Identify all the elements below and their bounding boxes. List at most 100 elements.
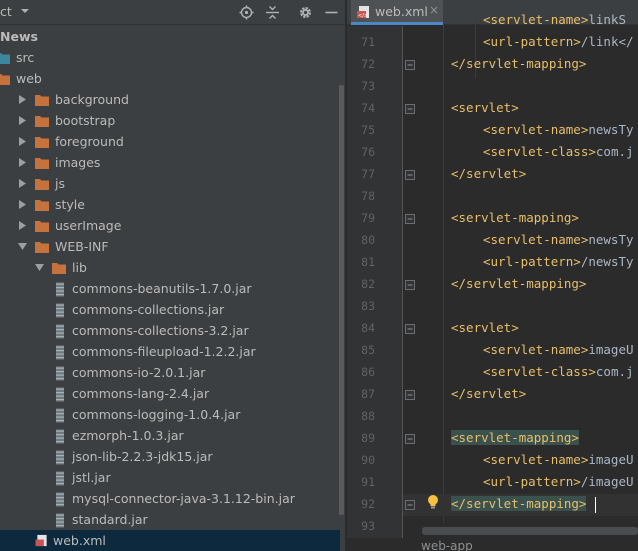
crosshair-icon[interactable] bbox=[239, 5, 254, 20]
tree-item[interactable]: images bbox=[0, 152, 340, 173]
tree-item-label: commons-beanutils-1.7.0.jar bbox=[72, 281, 252, 296]
fold-marker-icon[interactable] bbox=[405, 500, 415, 510]
collapsed-arrow-icon[interactable] bbox=[18, 179, 27, 188]
tree-item[interactable]: userImage bbox=[0, 215, 340, 236]
tree-item[interactable]: commons-collections.jar bbox=[0, 299, 340, 320]
tree-item[interactable]: News bbox=[0, 26, 340, 47]
collapsed-arrow-icon[interactable] bbox=[18, 116, 27, 125]
fold-marker-icon[interactable] bbox=[405, 434, 415, 444]
tree-item[interactable]: WEB-INF bbox=[0, 236, 340, 257]
breadcrumb-item[interactable]: web-app bbox=[421, 539, 473, 551]
tree-item-label: WEB-INF bbox=[55, 239, 109, 254]
code-line: <servlet> bbox=[451, 100, 519, 115]
indent-guide bbox=[443, 18, 444, 523]
tree-item[interactable]: web bbox=[0, 68, 340, 89]
expanded-arrow-icon[interactable] bbox=[18, 242, 27, 251]
fold-marker-icon[interactable] bbox=[405, 280, 415, 290]
xml-text: com.j bbox=[595, 144, 634, 159]
xml-text: imageU bbox=[588, 342, 634, 357]
folder-icon bbox=[35, 221, 49, 232]
xml-text: /newsTy bbox=[580, 254, 634, 269]
tree-item[interactable]: jstl.jar bbox=[0, 467, 340, 488]
close-icon[interactable]: × bbox=[429, 3, 439, 17]
tree-item[interactable]: commons-logging-1.0.4.jar bbox=[0, 404, 340, 425]
tree-item[interactable]: js bbox=[0, 173, 340, 194]
tree-item[interactable]: commons-collections-3.2.jar bbox=[0, 320, 340, 341]
tree-item[interactable]: ezmorph-1.0.3.jar bbox=[0, 425, 340, 446]
line-number: 82 bbox=[361, 277, 375, 291]
code-line: <url-pattern>/imageU bbox=[483, 474, 634, 489]
code-line: </servlet> bbox=[451, 386, 526, 401]
tree-item-label: mysql-connector-java-3.1.12-bin.jar bbox=[72, 491, 295, 506]
line-number: 71 bbox=[361, 35, 375, 49]
tree-item[interactable]: background bbox=[0, 89, 340, 110]
tree-item[interactable]: commons-beanutils-1.7.0.jar bbox=[0, 278, 340, 299]
code-line: <servlet-name>imageU bbox=[483, 452, 634, 467]
collapsed-arrow-icon[interactable] bbox=[18, 200, 27, 209]
tree-item[interactable]: bootstrap bbox=[0, 110, 340, 131]
text-caret bbox=[595, 497, 596, 513]
gear-icon[interactable] bbox=[298, 5, 313, 20]
minimize-icon[interactable] bbox=[324, 5, 339, 20]
xml-tag: <servlet-mapping> bbox=[451, 430, 579, 445]
code-line: </servlet-mapping> bbox=[451, 56, 586, 71]
line-number: 91 bbox=[361, 475, 375, 489]
folder-icon bbox=[35, 95, 49, 106]
fold-marker-icon[interactable] bbox=[405, 104, 415, 114]
xml-tag: <servlet-name> bbox=[483, 452, 589, 467]
project-panel: ct News src web background bootstrap foregrou… bbox=[0, 0, 345, 551]
tree-item[interactable]: commons-io-2.0.1.jar bbox=[0, 362, 340, 383]
tree-item-label: News bbox=[0, 29, 38, 44]
tree-item[interactable]: mysql-connector-java-3.1.12-bin.jar bbox=[0, 488, 340, 509]
tab-web-xml[interactable]: </> web.xml × bbox=[351, 0, 443, 25]
project-view-title[interactable]: ct bbox=[0, 4, 12, 19]
xml-text: /link</ bbox=[580, 34, 634, 49]
xml-tag: <url-pattern> bbox=[483, 254, 581, 269]
project-panel-header: ct bbox=[0, 0, 345, 25]
line-number: 76 bbox=[361, 145, 375, 159]
collapsed-arrow-icon[interactable] bbox=[18, 137, 27, 146]
xml-tag: </servlet> bbox=[451, 386, 527, 401]
lightbulb-icon[interactable] bbox=[426, 494, 440, 510]
tree-item[interactable]: standard.jar bbox=[0, 509, 340, 530]
fold-marker-icon[interactable] bbox=[405, 214, 415, 224]
xml-tag: <servlet-class> bbox=[483, 364, 596, 379]
tree-item[interactable]: commons-fileupload-1.2.2.jar bbox=[0, 341, 340, 362]
collapsed-arrow-icon[interactable] bbox=[18, 158, 27, 167]
collapse-all-icon[interactable] bbox=[265, 5, 280, 20]
line-number: 73 bbox=[361, 79, 375, 93]
expanded-arrow-icon[interactable] bbox=[35, 263, 44, 272]
xml-text: /imageU bbox=[580, 474, 634, 489]
xml-file-icon: </> bbox=[357, 6, 369, 19]
xml-tag: <servlet> bbox=[451, 100, 519, 115]
fold-marker-icon[interactable] bbox=[405, 390, 415, 400]
horizontal-scrollbar[interactable] bbox=[422, 527, 638, 535]
code-editor[interactable]: </> web.xml × <servlet-name>linkS 71 <url-… bbox=[347, 0, 638, 551]
jar-file-icon bbox=[56, 303, 64, 318]
collapsed-arrow-icon[interactable] bbox=[18, 95, 27, 104]
tree-item[interactable]: src bbox=[0, 47, 340, 68]
fold-marker-icon[interactable] bbox=[405, 60, 415, 70]
xml-tag: <servlet-name> bbox=[483, 122, 589, 137]
collapsed-arrow-icon[interactable] bbox=[18, 221, 27, 230]
tab-label: web.xml bbox=[375, 4, 428, 19]
tree-item[interactable]: lib bbox=[0, 257, 340, 278]
tree-item[interactable]: foreground bbox=[0, 131, 340, 152]
chevron-down-icon[interactable] bbox=[19, 5, 31, 17]
jar-file-icon bbox=[56, 492, 64, 507]
fold-marker-icon[interactable] bbox=[405, 170, 415, 180]
folder-icon bbox=[35, 137, 49, 148]
tree-item[interactable]: web.xml bbox=[0, 530, 340, 551]
tree-item[interactable]: style bbox=[0, 194, 340, 215]
line-number: 92 bbox=[361, 497, 375, 511]
tree-item[interactable]: json-lib-2.2.3-jdk15.jar bbox=[0, 446, 340, 467]
xml-text: newsTy bbox=[588, 122, 634, 137]
gutter-divider bbox=[402, 26, 403, 551]
folder-icon bbox=[52, 263, 66, 274]
fold-marker-icon[interactable] bbox=[405, 324, 415, 334]
jar-file-icon bbox=[56, 324, 64, 339]
tree-item[interactable]: commons-lang-2.4.jar bbox=[0, 383, 340, 404]
tree-item-label: src bbox=[16, 50, 35, 65]
xml-tag: </servlet-mapping> bbox=[451, 276, 587, 291]
tree-scrollbar[interactable] bbox=[339, 85, 344, 515]
